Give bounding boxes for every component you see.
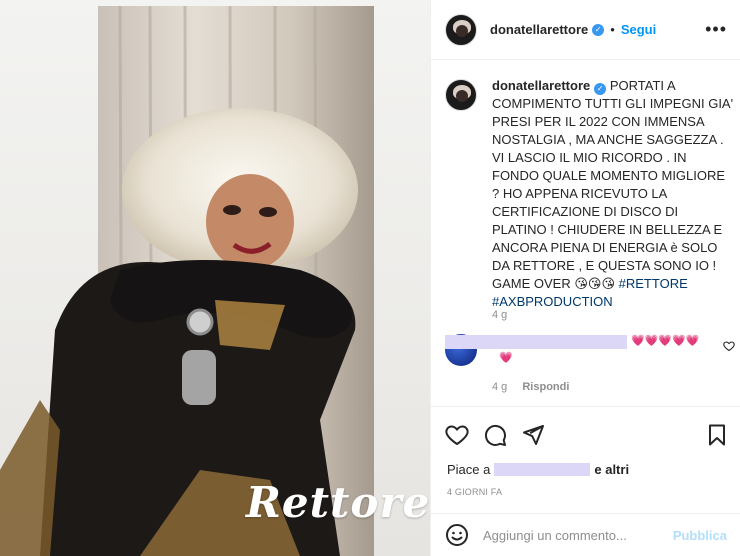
post-header: donatellarettore ✓ • Segui •••	[431, 0, 740, 60]
publish-button[interactable]: Pubblica	[673, 528, 727, 543]
comment-input[interactable]	[483, 527, 673, 543]
follow-button[interactable]: Segui	[621, 22, 656, 37]
author-username[interactable]: donatellarettore	[490, 22, 588, 37]
author-avatar[interactable]	[445, 13, 477, 46]
header-separator: •	[610, 22, 615, 37]
add-comment-bar: Pubblica	[431, 513, 740, 556]
face	[206, 174, 294, 270]
comment-icon[interactable]	[483, 423, 507, 447]
bookmark-icon[interactable]	[705, 423, 729, 447]
redacted-liker	[494, 463, 591, 476]
rettore-logo: Rettore	[246, 478, 430, 527]
comment-hearts-line2: 💗	[499, 352, 513, 364]
redacted-username	[445, 335, 627, 349]
post-side-panel: donatellarettore ✓ • Segui ••• donatella…	[430, 0, 740, 556]
comment-hearts: 💗💗💗💗💗	[631, 335, 700, 347]
likes-suffix[interactable]: e altri	[594, 462, 629, 477]
caption-timestamp[interactable]: 4 g	[492, 309, 507, 321]
post-actions: Piace a e altri 4 GIORNI FA	[431, 406, 740, 526]
caption-username[interactable]: donatellarettore	[492, 78, 590, 93]
heart-icon[interactable]	[445, 423, 469, 447]
more-options-icon[interactable]: •••	[705, 20, 727, 38]
caption-verified-badge-icon: ✓	[594, 83, 607, 95]
emoji-icon[interactable]	[445, 523, 469, 547]
comment-like-icon[interactable]	[723, 340, 735, 355]
comment-item: 💗💗💗💗💗 💗 4 g Rispondi	[445, 331, 735, 393]
comments-section[interactable]: donatellarettore ✓ PORTATI A COMPIMENTO T…	[431, 61, 740, 406]
likes-summary: Piace a e altri	[447, 462, 629, 477]
photo-illustration	[0, 5, 374, 556]
post-caption: donatellarettore ✓ PORTATI A COMPIMENTO T…	[445, 77, 735, 321]
post-date[interactable]: 4 GIORNI FA	[447, 487, 502, 497]
caption-text-block: donatellarettore ✓ PORTATI A COMPIMENTO T…	[492, 77, 735, 311]
caption-avatar[interactable]	[445, 79, 477, 111]
likes-prefix: Piace a	[447, 462, 491, 477]
reply-button[interactable]: Rispondi	[522, 381, 569, 393]
caption-body: PORTATI A COMPIMENTO TUTTI GLI IMPEGNI G…	[492, 78, 734, 291]
verified-badge-icon: ✓	[592, 23, 605, 36]
comment-meta: 4 g Rispondi	[492, 381, 569, 393]
post-photo[interactable]: Rettore	[0, 0, 430, 556]
comment-timestamp[interactable]: 4 g	[492, 381, 507, 393]
share-icon[interactable]	[521, 423, 545, 447]
instagram-post: Rettore donatellarettore ✓ • Segui ••• d…	[0, 0, 740, 556]
